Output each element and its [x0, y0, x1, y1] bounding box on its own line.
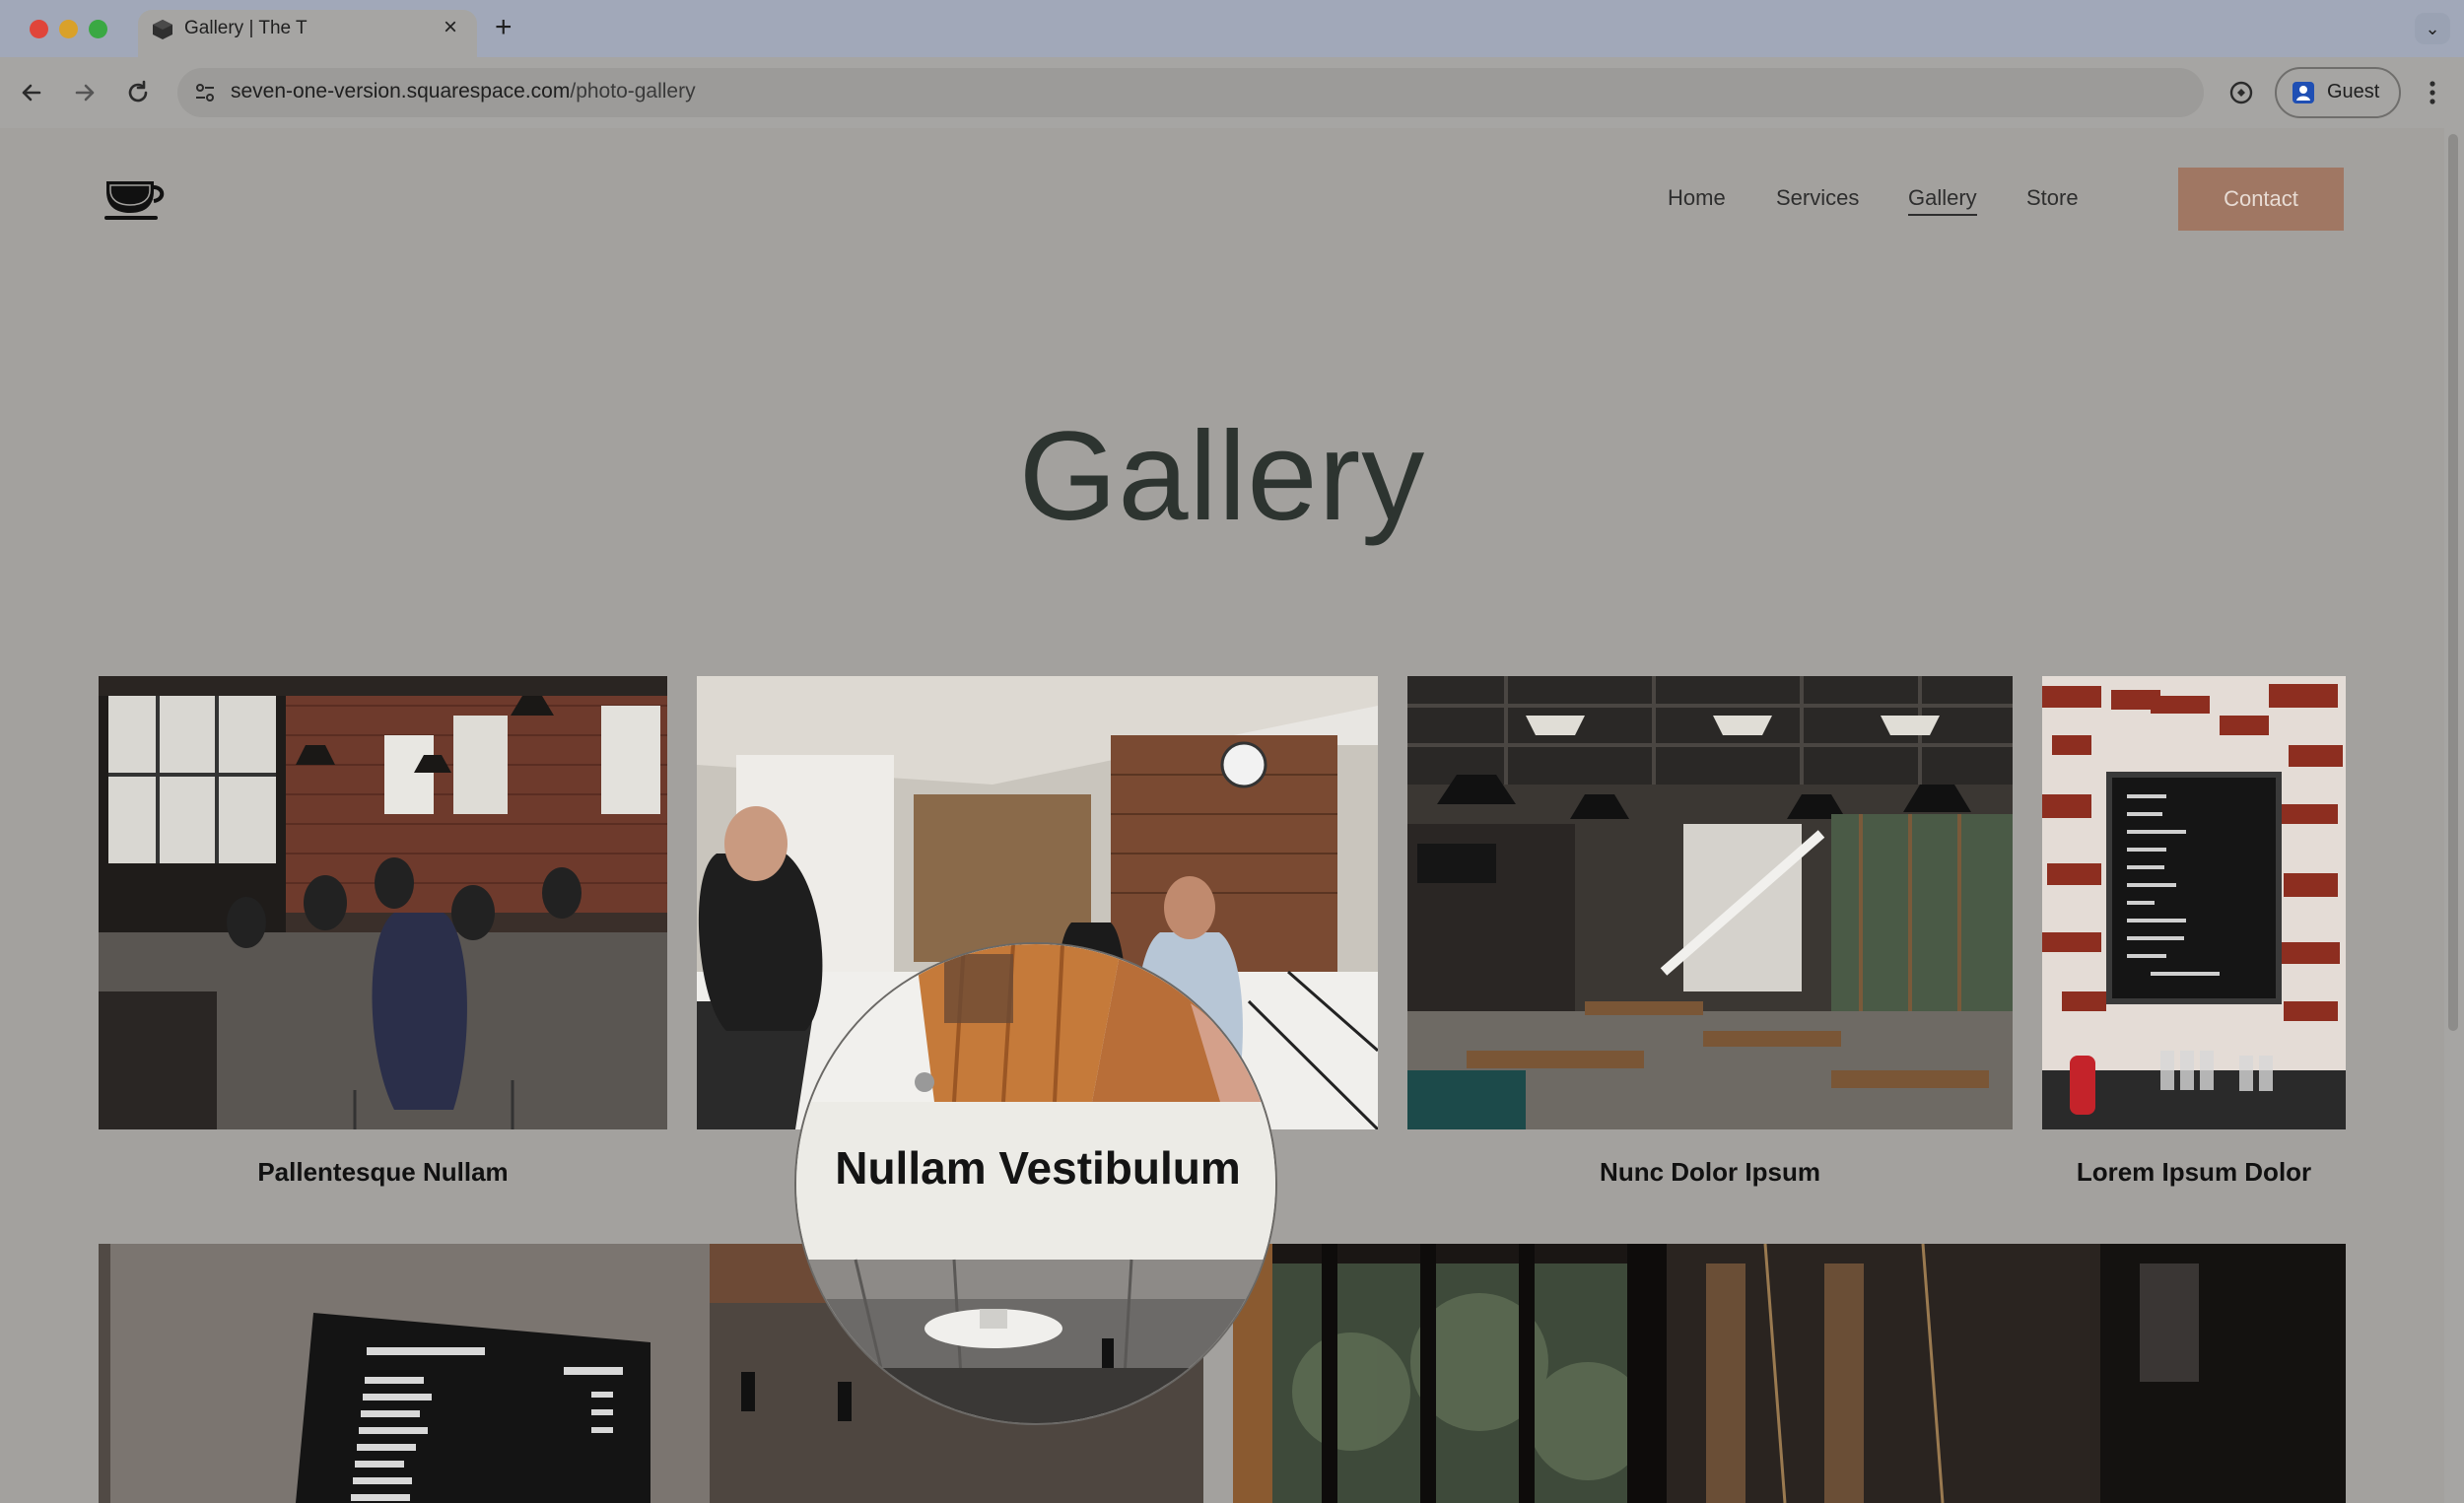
scrollbar-thumb[interactable] — [2448, 134, 2458, 1031]
profile-label: Guest — [2327, 81, 2380, 102]
nav-home-link[interactable]: Home — [1668, 185, 1726, 211]
minimize-window-button[interactable] — [59, 20, 78, 38]
url-text[interactable]: seven-one-version.squarespace.com/photo-… — [231, 80, 696, 103]
nav-services-link[interactable]: Services — [1776, 185, 1859, 211]
gallery-caption-1: Pallentesque Nullam — [257, 1157, 509, 1187]
url-host: seven-one-version.squarespace.com — [231, 80, 571, 102]
back-arrow-icon[interactable] — [14, 75, 49, 110]
extensions-icon[interactable] — [2225, 77, 2257, 108]
maximize-window-button[interactable] — [89, 20, 107, 38]
forward-arrow-icon[interactable] — [67, 75, 103, 110]
user-icon — [2293, 82, 2314, 103]
browser-tab-bar: Gallery | The T × + ⌄ — [0, 0, 2464, 57]
web-page: Home Services Gallery Store Contact Gall… — [0, 128, 2444, 1503]
new-tab-icon[interactable]: + — [495, 12, 513, 43]
nav-gallery-link[interactable]: Gallery — [1908, 185, 1977, 216]
magnifier-lens: Nullam Vestibulum — [794, 942, 1277, 1425]
close-tab-icon[interactable]: × — [444, 14, 457, 41]
more-menu-icon[interactable] — [2421, 75, 2444, 110]
coffee-cup-logo-icon[interactable] — [103, 175, 168, 223]
gallery-caption-4: Lorem Ipsum Dolor — [2076, 1157, 2312, 1187]
nav-store-link[interactable]: Store — [2026, 185, 2079, 211]
gallery-photo-6[interactable] — [1233, 1244, 2346, 1503]
url-path: /photo-gallery — [570, 80, 696, 102]
close-window-button[interactable] — [30, 20, 48, 38]
gallery-photo-3[interactable] — [1407, 676, 2013, 1129]
gallery-caption-3: Nunc Dolor Ipsum — [1600, 1157, 1820, 1187]
gallery-photo-4[interactable] — [2042, 676, 2346, 1129]
reload-icon[interactable] — [120, 75, 156, 110]
gallery-photo-1[interactable] — [99, 676, 667, 1129]
page-title: Gallery — [0, 414, 2444, 540]
chevron-down-icon[interactable]: ⌄ — [2415, 13, 2450, 44]
site-info-icon[interactable] — [193, 81, 217, 104]
tab-title: Gallery | The T — [184, 18, 308, 38]
contact-button[interactable]: Contact — [2178, 168, 2344, 231]
cube-icon — [153, 20, 172, 39]
page-title-text: Gallery — [1018, 406, 1426, 547]
magnified-caption: Nullam Vestibulum — [835, 1142, 1241, 1194]
